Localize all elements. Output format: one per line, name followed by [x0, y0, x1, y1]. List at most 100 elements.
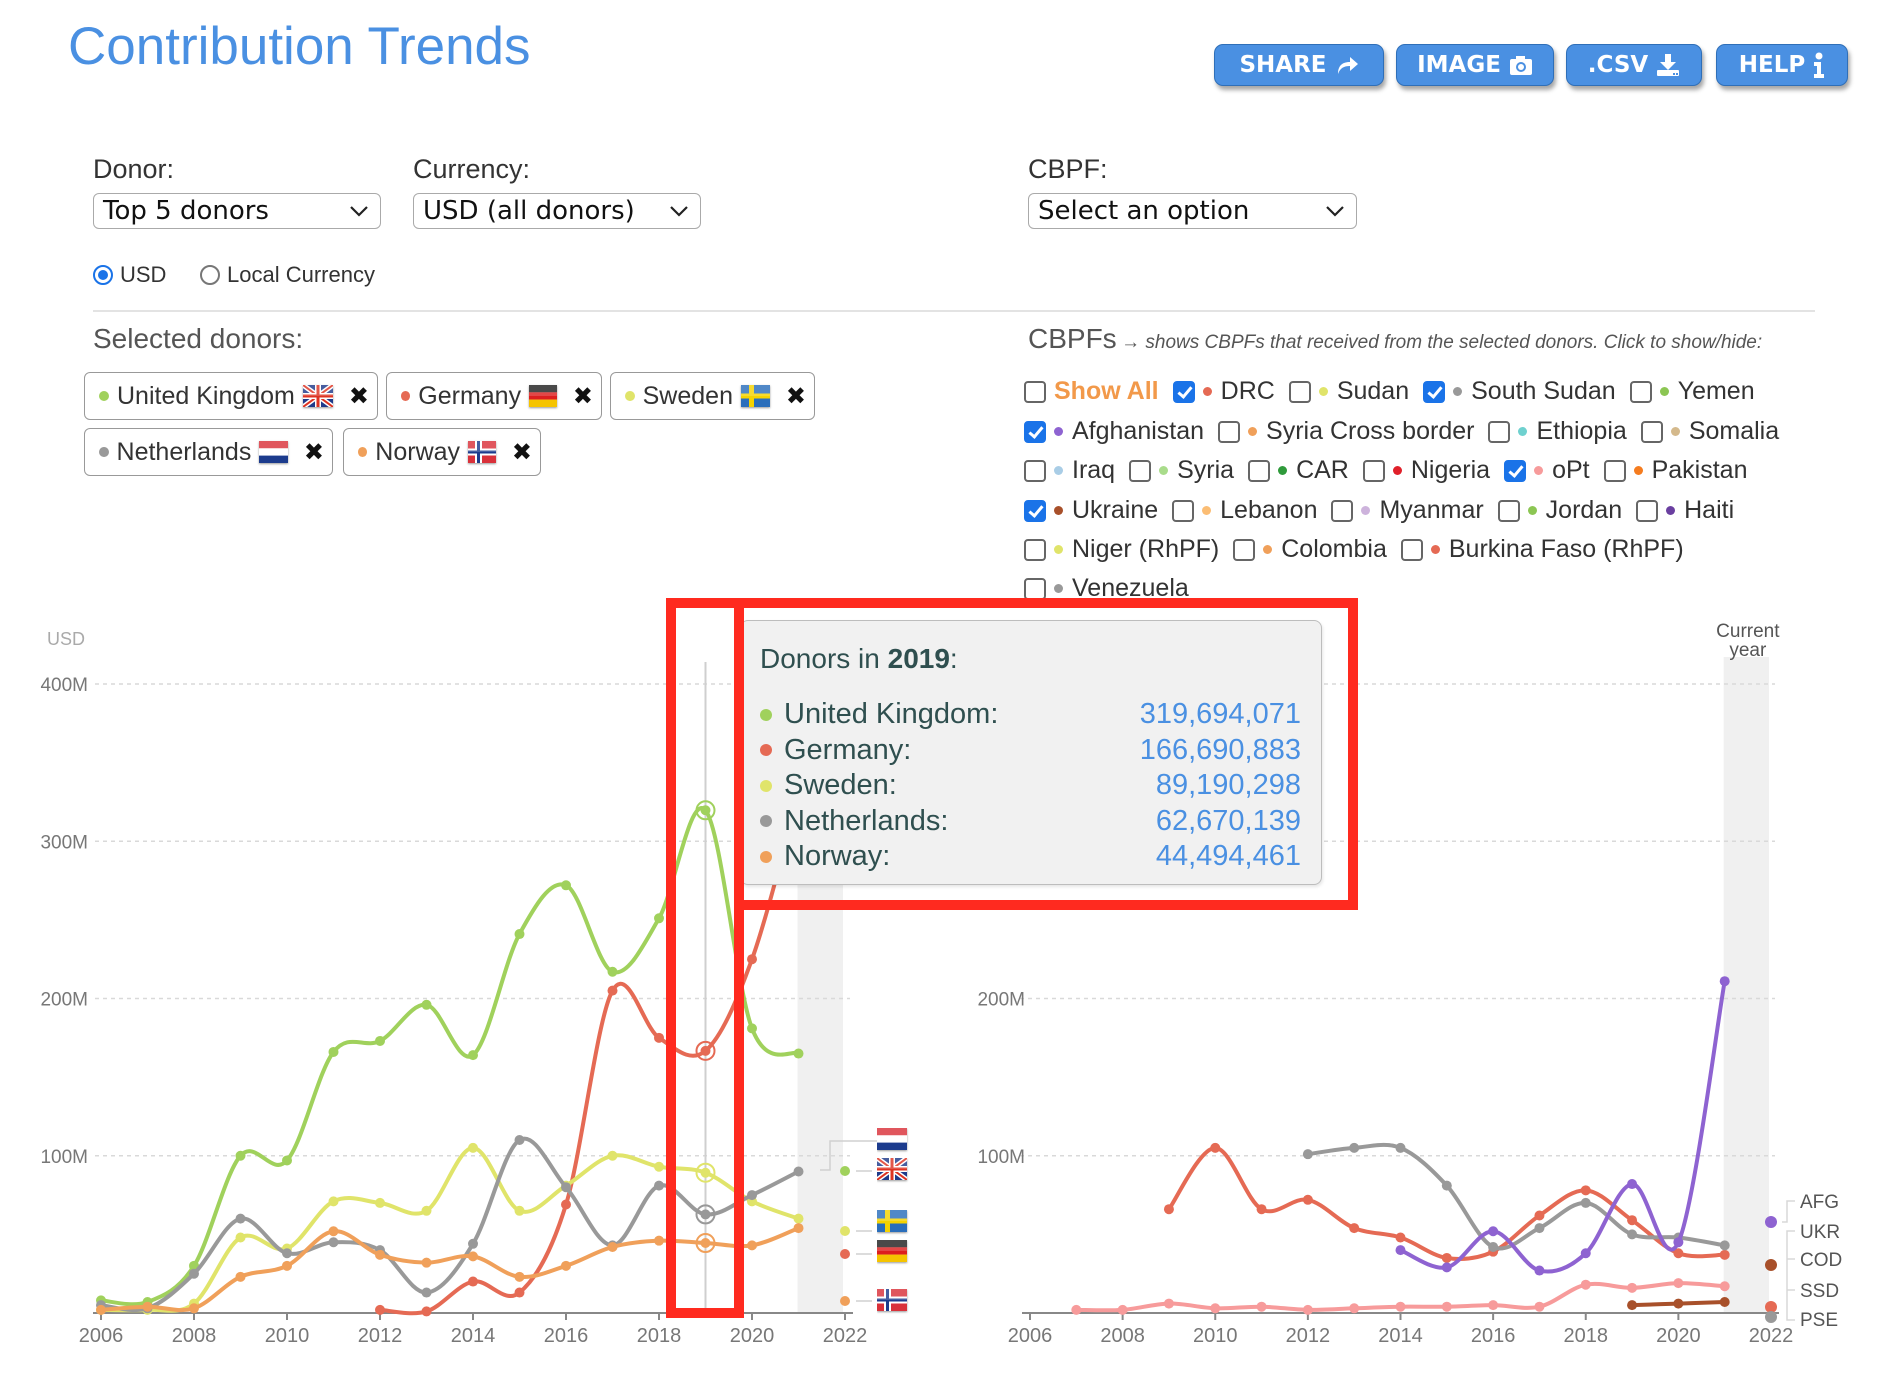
data-point: [1534, 1265, 1545, 1276]
data-point: [328, 1226, 339, 1237]
data-point: [1627, 1300, 1638, 1311]
data-point: [1395, 1232, 1406, 1243]
data-point: [468, 1142, 478, 1153]
series-line-drc: [1167, 1145, 1725, 1261]
data-point: [328, 1046, 339, 1057]
data-point: [1349, 1223, 1360, 1234]
data-point: [421, 999, 432, 1010]
legend-end-dot: [840, 1296, 850, 1306]
data-point: [1627, 1229, 1638, 1240]
series-end-label: AFG: [1800, 1192, 1839, 1213]
x-tick-label: 2010: [1193, 1325, 1238, 1347]
data-point: [1349, 1303, 1360, 1314]
data-point: [1534, 1223, 1545, 1234]
data-point: [421, 1205, 432, 1216]
data-point: [375, 1249, 385, 1260]
data-point: [561, 880, 571, 891]
series-end-label: PSE: [1800, 1310, 1838, 1331]
data-point: [1488, 1241, 1499, 1252]
data-point: [561, 1260, 571, 1271]
data-point: [1441, 1301, 1452, 1312]
x-tick-label: 2006: [1008, 1325, 1053, 1347]
data-point: [1488, 1300, 1499, 1311]
data-point: [1627, 1179, 1638, 1190]
data-point: [468, 1251, 478, 1262]
annotation-highlight-tooltip: [734, 598, 1358, 910]
data-point: [1534, 1210, 1545, 1221]
data-point: [1302, 1194, 1313, 1205]
annotation-highlight-year-column: [666, 598, 744, 1318]
x-tick-label: 2018: [1564, 1325, 1609, 1347]
data-point: [1256, 1204, 1267, 1215]
x-tick-label: 2022: [1749, 1325, 1794, 1347]
data-point: [1719, 1249, 1730, 1260]
y-axis-label: USD: [47, 629, 85, 649]
data-point: [282, 1248, 292, 1259]
data-point: [375, 1304, 385, 1315]
data-point: [1210, 1142, 1221, 1153]
x-tick-label: 2020: [1656, 1325, 1701, 1347]
legend-end-dot: [1765, 1216, 1777, 1228]
y-tick-label: 100M: [977, 1147, 1025, 1168]
x-tick-label: 2020: [730, 1325, 775, 1347]
data-point: [514, 1271, 525, 1282]
data-point: [793, 1223, 804, 1234]
data-point: [1117, 1304, 1128, 1315]
data-point: [654, 1235, 664, 1246]
data-point: [468, 1238, 478, 1249]
data-point: [1719, 1281, 1730, 1292]
legend-end-dot: [840, 1249, 850, 1259]
data-point: [793, 1048, 804, 1059]
data-point: [1673, 1298, 1684, 1309]
data-point: [747, 1240, 757, 1251]
flag-no-icon: [877, 1289, 907, 1311]
data-point: [1580, 1185, 1591, 1196]
x-tick-label: 2008: [1100, 1325, 1145, 1347]
data-point: [1395, 1142, 1406, 1153]
flag-se-icon: [877, 1210, 907, 1232]
data-point: [96, 1304, 106, 1315]
data-point: [747, 1023, 757, 1034]
data-point: [1441, 1262, 1452, 1273]
x-tick-label: 2016: [544, 1325, 589, 1347]
data-point: [607, 985, 618, 996]
legend-end-dot: [840, 1166, 850, 1176]
data-point: [235, 1232, 246, 1243]
data-point: [514, 929, 525, 940]
data-point: [1071, 1304, 1082, 1315]
data-point: [1719, 1240, 1730, 1251]
data-point: [1534, 1301, 1545, 1312]
y-tick-label: 100M: [40, 1147, 88, 1168]
series-line-afghanistan: [1399, 980, 1727, 1274]
data-point: [189, 1303, 199, 1314]
flag-de-icon: [877, 1240, 907, 1262]
data-point: [654, 1161, 664, 1172]
data-point: [468, 1276, 478, 1287]
data-point: [1441, 1252, 1452, 1263]
data-point: [747, 954, 757, 965]
x-tick-label: 2018: [637, 1325, 682, 1347]
data-point: [282, 1155, 292, 1166]
current-year-label: year: [1729, 640, 1767, 661]
data-point: [1488, 1226, 1499, 1237]
data-point: [328, 1196, 339, 1207]
data-point: [421, 1306, 432, 1317]
data-point: [654, 1032, 664, 1043]
data-point: [654, 1180, 664, 1191]
data-point: [514, 1205, 525, 1216]
data-point: [1349, 1142, 1360, 1153]
x-tick-label: 2014: [451, 1325, 496, 1347]
data-point: [1302, 1149, 1313, 1160]
data-point: [1395, 1301, 1406, 1312]
data-point: [189, 1268, 199, 1279]
data-point: [1163, 1204, 1174, 1215]
current-year-band: [797, 880, 843, 1313]
data-point: [421, 1287, 432, 1298]
x-tick-label: 2014: [1378, 1325, 1423, 1347]
data-point: [235, 1213, 246, 1224]
y-tick-label: 400M: [40, 675, 88, 696]
data-point: [1719, 1296, 1730, 1307]
series-end-label: UKR: [1800, 1222, 1840, 1243]
data-point: [514, 1135, 525, 1146]
x-tick-label: 2006: [79, 1325, 124, 1347]
